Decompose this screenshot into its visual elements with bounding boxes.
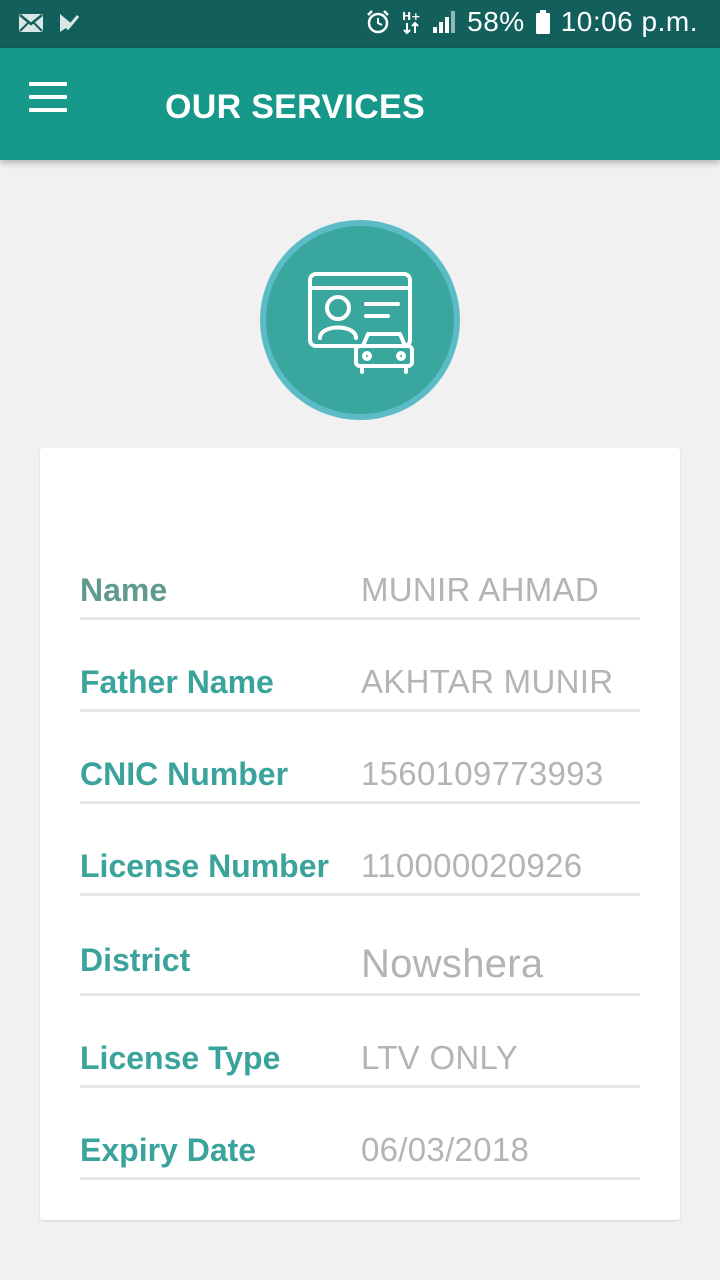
app-bar: OUR SERVICES (0, 48, 720, 160)
father-name-label: Father Name (80, 664, 274, 700)
detail-row-license-number: License Number 110000020926 (80, 824, 640, 896)
district-label: District (80, 942, 191, 978)
name-value: MUNIR AHMAD (361, 571, 599, 608)
detail-row-cnic-number: CNIC Number 1560109773993 (80, 732, 640, 804)
clock-time: 10:06 p.m. (560, 6, 698, 37)
svg-text:H+: H+ (402, 10, 420, 23)
cnic-number-value: 1560109773993 (361, 755, 604, 792)
detail-row-name: Name MUNIR AHMAD (80, 548, 640, 620)
detail-row-district: District Nowshera (80, 924, 640, 996)
detail-row-father-name: Father Name AKHTAR MUNIR (80, 640, 640, 712)
mail-icon (18, 12, 44, 34)
page-title: OUR SERVICES (165, 88, 425, 126)
status-bar: H+ 58% 10:06 p.m. (0, 0, 720, 48)
father-name-value: AKHTAR MUNIR (361, 663, 614, 700)
detail-row-expiry-date: Expiry Date 06/03/2018 (80, 1108, 640, 1180)
name-label: Name (80, 572, 168, 608)
license-number-label: License Number (80, 848, 329, 884)
task-check-icon (58, 12, 80, 34)
battery-icon (535, 9, 551, 35)
driving-license-car-icon (260, 220, 460, 420)
expiry-date-value: 06/03/2018 (361, 1131, 530, 1168)
license-type-value: LTV ONLY (361, 1039, 519, 1076)
expiry-date-label: Expiry Date (80, 1132, 257, 1168)
cnic-number-label: CNIC Number (80, 756, 289, 792)
license-details-card: Name MUNIR AHMAD Father Name AKHTAR MUNI… (40, 448, 680, 1220)
hplus-data-icon: H+ (401, 9, 421, 35)
license-number-value: 110000020926 (361, 847, 583, 884)
detail-row-license-type: License Type LTV ONLY (80, 1016, 640, 1088)
license-type-label: License Type (80, 1040, 281, 1076)
district-value: Nowshera (361, 942, 544, 986)
signal-icon (431, 9, 457, 35)
battery-percentage: 58% (467, 6, 525, 37)
hamburger-menu-icon[interactable] (22, 82, 74, 122)
alarm-icon (365, 9, 391, 35)
